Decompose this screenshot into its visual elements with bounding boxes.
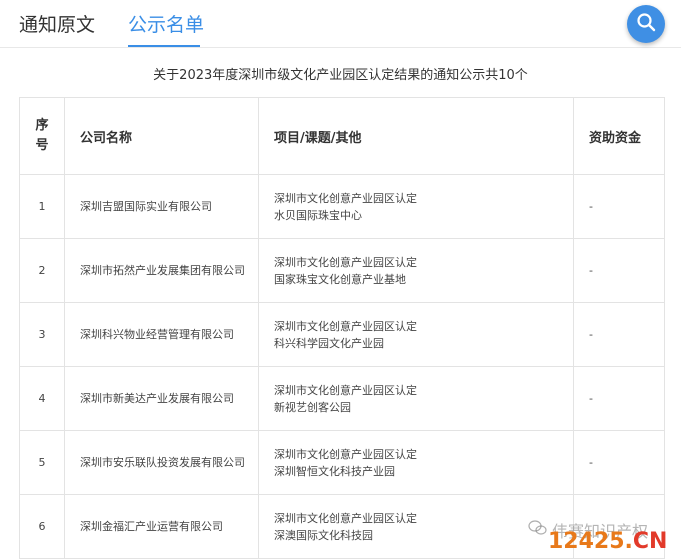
site-digits: 12425 — [548, 529, 625, 554]
wechat-icon — [528, 520, 548, 540]
site-watermark: 12425.CN — [548, 529, 667, 554]
project-type: 深圳市文化创意产业园区认定 — [274, 319, 417, 333]
table-row: 3 深圳科兴物业经营管理有限公司 深圳市文化创意产业园区认定 科兴科学园文化产业… — [19, 302, 665, 367]
table-row: 2 深圳市拓然产业发展集团有限公司 深圳市文化创意产业园区认定 国家珠宝文化创意… — [19, 238, 665, 303]
header-index-label: 序号 — [35, 118, 49, 153]
header-divider — [0, 47, 681, 48]
row-index: 4 — [19, 366, 65, 431]
table-header-row: 序号 公司名称 项目/课题/其他 资助资金 — [19, 97, 665, 175]
row-funding: - — [573, 174, 665, 239]
tab-bar: 通知原文 公示名单 — [0, 0, 681, 48]
tab-public-list[interactable]: 公示名单 — [128, 10, 204, 37]
row-index: 5 — [19, 430, 65, 495]
row-funding: - — [573, 430, 665, 495]
row-project: 深圳市文化创意产业园区认定 新视艺创客公园 — [258, 366, 574, 431]
row-project: 深圳市文化创意产业园区认定 深圳智恒文化科技产业园 — [258, 430, 574, 495]
project-type: 深圳市文化创意产业园区认定 — [274, 383, 417, 397]
project-name: 深圳智恒文化科技产业园 — [274, 464, 395, 478]
site-dot: . — [624, 529, 633, 554]
row-project: 深圳市文化创意产业园区认定 水贝国际珠宝中心 — [258, 174, 574, 239]
project-type: 深圳市文化创意产业园区认定 — [274, 191, 417, 205]
project-type: 深圳市文化创意产业园区认定 — [274, 447, 417, 461]
row-funding: - — [573, 302, 665, 367]
row-project: 深圳市文化创意产业园区认定 科兴科学园文化产业园 — [258, 302, 574, 367]
tab-original-notice[interactable]: 通知原文 — [19, 10, 95, 37]
row-index: 2 — [19, 238, 65, 303]
header-project: 项目/课题/其他 — [258, 97, 574, 175]
table-row: 5 深圳市安乐联队投资发展有限公司 深圳市文化创意产业园区认定 深圳智恒文化科技… — [19, 430, 665, 495]
row-company: 深圳市拓然产业发展集团有限公司 — [64, 238, 259, 303]
project-type: 深圳市文化创意产业园区认定 — [274, 255, 417, 269]
row-project: 深圳市文化创意产业园区认定 深澳国际文化科技园 — [258, 494, 574, 559]
row-index: 3 — [19, 302, 65, 367]
table-row: 4 深圳市新美达产业发展有限公司 深圳市文化创意产业园区认定 新视艺创客公园 - — [19, 366, 665, 431]
site-cn: CN — [632, 529, 668, 554]
row-funding: - — [573, 366, 665, 431]
header-company: 公司名称 — [64, 97, 259, 175]
notice-title: 关于2023年度深圳市级文化产业园区认定结果的通知公示共10个 — [153, 68, 528, 83]
row-company: 深圳吉盟国际实业有限公司 — [64, 174, 259, 239]
header-funding: 资助资金 — [573, 97, 665, 175]
row-company: 深圳金福汇产业运营有限公司 — [64, 494, 259, 559]
row-funding: - — [573, 238, 665, 303]
row-company: 深圳市新美达产业发展有限公司 — [64, 366, 259, 431]
project-name: 水贝国际珠宝中心 — [274, 208, 362, 222]
row-company: 深圳科兴物业经营管理有限公司 — [64, 302, 259, 367]
search-icon — [636, 12, 656, 36]
header-index: 序号 — [19, 97, 65, 175]
row-project: 深圳市文化创意产业园区认定 国家珠宝文化创意产业基地 — [258, 238, 574, 303]
project-name: 科兴科学园文化产业园 — [274, 336, 384, 350]
row-company: 深圳市安乐联队投资发展有限公司 — [64, 430, 259, 495]
search-button[interactable] — [627, 5, 665, 43]
table-row: 1 深圳吉盟国际实业有限公司 深圳市文化创意产业园区认定 水贝国际珠宝中心 - — [19, 174, 665, 239]
result-table: 序号 公司名称 项目/课题/其他 资助资金 1 深圳吉盟国际实业有限公司 深圳市… — [19, 97, 665, 559]
row-index: 6 — [19, 494, 65, 559]
row-index: 1 — [19, 174, 65, 239]
project-name: 国家珠宝文化创意产业基地 — [274, 272, 406, 286]
project-name: 新视艺创客公园 — [274, 400, 351, 414]
